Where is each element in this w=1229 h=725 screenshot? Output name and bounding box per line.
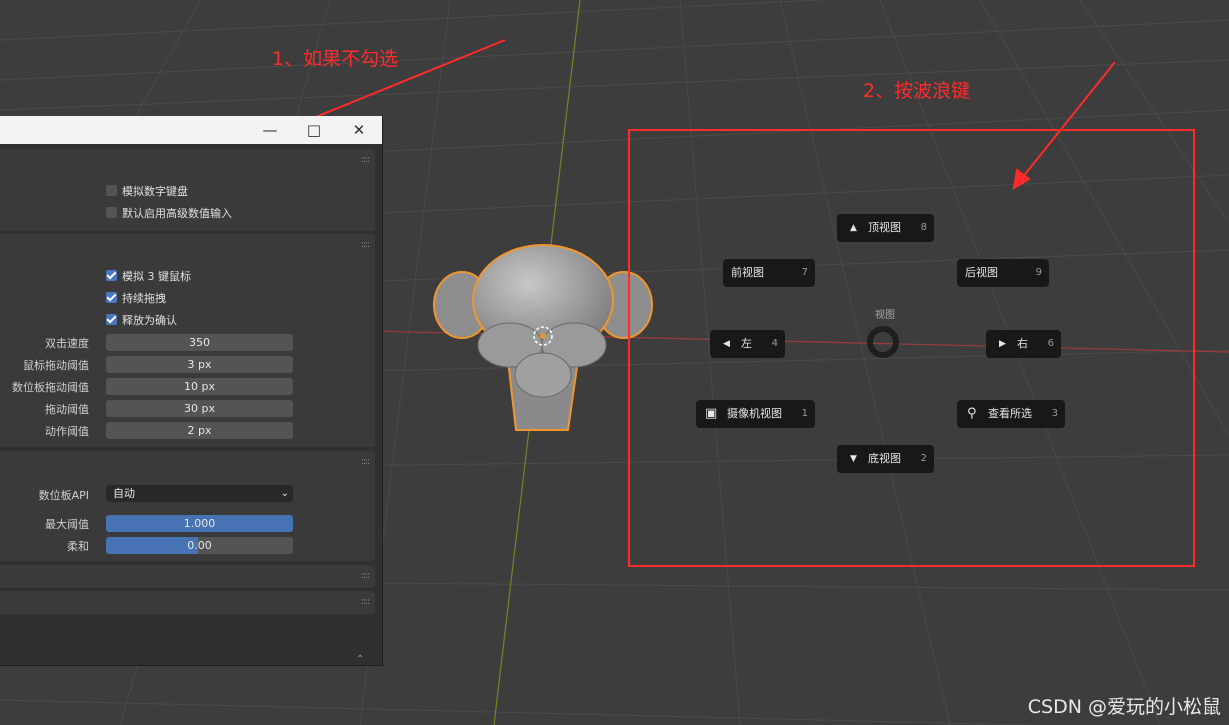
pie-item-label: 底视图 (868, 452, 901, 465)
mouse-drag-threshold-field[interactable]: 3 px (106, 356, 293, 373)
tablet-api-select[interactable]: 自动 ⌄ (106, 485, 293, 502)
panel-drag-grip-icon[interactable]: :::: (361, 571, 370, 581)
annotation-text-1: 1、如果不勾选 (272, 48, 399, 70)
pie-item-key: 4 (771, 338, 778, 349)
pie-item-label: 查看所选 (988, 407, 1032, 420)
window-titlebar: — □ ✕ (0, 116, 382, 144)
triangle-up-icon: ▲ (850, 223, 857, 233)
minimize-icon[interactable]: — (260, 120, 280, 140)
scroll-up-icon[interactable]: ⌃ (356, 654, 364, 665)
pie-item-key: 7 (801, 267, 808, 278)
annotation-arrow-2 (1012, 61, 1116, 190)
close-icon[interactable]: ✕ (349, 120, 369, 140)
pie-view-selected-button[interactable]: ⚲ 查看所选 3 (957, 400, 1065, 428)
panel-drag-grip-icon[interactable]: :::: (361, 240, 370, 250)
release-confirm-checkbox[interactable] (106, 314, 117, 325)
continuous-grab-label: 持续拖拽 (122, 292, 166, 305)
motion-threshold-field[interactable]: 2 px (106, 422, 293, 439)
triangle-down-icon: ▼ (850, 454, 857, 464)
pie-item-label: 前视图 (731, 266, 764, 279)
pie-front-view-button[interactable]: 前视图 7 (723, 259, 815, 287)
pie-bottom-view-button[interactable]: ▼ 底视图 2 (837, 445, 934, 473)
softness-label: 柔和 (67, 540, 89, 553)
max-threshold-label: 最大阈值 (45, 518, 89, 531)
pie-item-key: 6 (1047, 338, 1054, 349)
release-confirm-label: 释放为确认 (122, 314, 177, 327)
tablet-api-value: 自动 (113, 487, 135, 500)
panel-drag-grip-icon[interactable]: :::: (361, 597, 370, 607)
collapsed-panel[interactable]: :::: (0, 591, 375, 614)
pie-item-label: 顶视图 (868, 221, 901, 234)
pie-camera-view-button[interactable]: ▣ 摄像机视图 1 (696, 400, 815, 428)
tablet-drag-threshold-field[interactable]: 10 px (106, 378, 293, 395)
max-threshold-value: 1.000 (183, 517, 216, 530)
suzanne-monkey-object[interactable] (433, 244, 653, 431)
field-label: 动作阈值 (45, 425, 89, 438)
emulate-numpad-checkbox[interactable] (106, 185, 117, 196)
maximize-icon[interactable]: □ (304, 120, 324, 140)
pie-item-label: 摄像机视图 (727, 407, 782, 420)
pie-item-label: 右 (1017, 337, 1028, 350)
softness-slider[interactable]: 0.00 (106, 537, 293, 554)
softness-value: 0.00 (187, 539, 212, 552)
pie-item-key: 8 (920, 222, 927, 233)
tablet-api-label: 数位板API (38, 489, 89, 502)
default-advanced-input-checkbox[interactable] (106, 207, 117, 218)
pie-item-label: 左 (741, 337, 752, 350)
slider-fill (106, 537, 198, 554)
camera-icon: ▣ (705, 406, 718, 421)
field-label: 数位板拖动阈值 (12, 381, 89, 394)
panel-drag-grip-icon[interactable]: :::: (361, 155, 370, 165)
pie-item-key: 9 (1035, 267, 1042, 278)
pie-item-key: 1 (801, 408, 808, 419)
pie-item-key: 2 (920, 453, 927, 464)
emulate-numpad-label: 模拟数字键盘 (122, 185, 188, 198)
continuous-grab-checkbox[interactable] (106, 292, 117, 303)
field-label: 双击速度 (45, 337, 89, 350)
tablet-panel: :::: 数位板API 自动 ⌄ 最大阈值 1.000 柔和 0.00 (0, 451, 375, 561)
pie-back-view-button[interactable]: 后视图 9 (957, 259, 1049, 287)
default-advanced-input-label: 默认启用高级数值输入 (122, 207, 232, 220)
pie-item-label: 后视图 (965, 266, 998, 279)
collapsed-panel[interactable]: :::: (0, 565, 375, 588)
pie-item-key: 3 (1051, 408, 1058, 419)
max-threshold-slider[interactable]: 1.000 (106, 515, 293, 532)
triangle-right-icon: ▶ (999, 339, 1006, 349)
triangle-left-icon: ◀ (723, 339, 730, 349)
pie-menu-title: 视图 (875, 310, 895, 321)
double-click-speed-field[interactable]: 350 (106, 334, 293, 351)
pie-top-view-button[interactable]: ▲ 顶视图 8 (837, 214, 934, 242)
panel-drag-grip-icon[interactable]: :::: (361, 457, 370, 467)
mouse-panel: :::: 模拟 3 键鼠标 持续拖拽 释放为确认 双击速度 350 鼠标拖动阈值… (0, 234, 375, 447)
keyboard-panel: :::: 模拟数字键盘 默认启用高级数值输入 (0, 149, 375, 231)
preferences-window: — □ ✕ :::: 模拟数字键盘 默认启用高级数值输入 :::: 模拟 3 键… (0, 116, 383, 666)
field-label: 拖动阈值 (45, 403, 89, 416)
emulate-3-button-label: 模拟 3 键鼠标 (122, 270, 191, 283)
annotation-text-2: 2、按波浪键 (863, 80, 971, 102)
chevron-down-icon: ⌄ (280, 488, 289, 499)
pie-menu-center-ring (867, 326, 899, 358)
pie-left-view-button[interactable]: ◀ 左 4 (710, 330, 785, 358)
field-label: 鼠标拖动阈值 (23, 359, 89, 372)
watermark-text: CSDN @爱玩的小松鼠 (1027, 696, 1221, 718)
zoom-selected-icon: ⚲ (967, 406, 977, 421)
drag-threshold-field[interactable]: 30 px (106, 400, 293, 417)
emulate-3-button-checkbox[interactable] (106, 270, 117, 281)
pie-right-view-button[interactable]: ▶ 右 6 (986, 330, 1061, 358)
